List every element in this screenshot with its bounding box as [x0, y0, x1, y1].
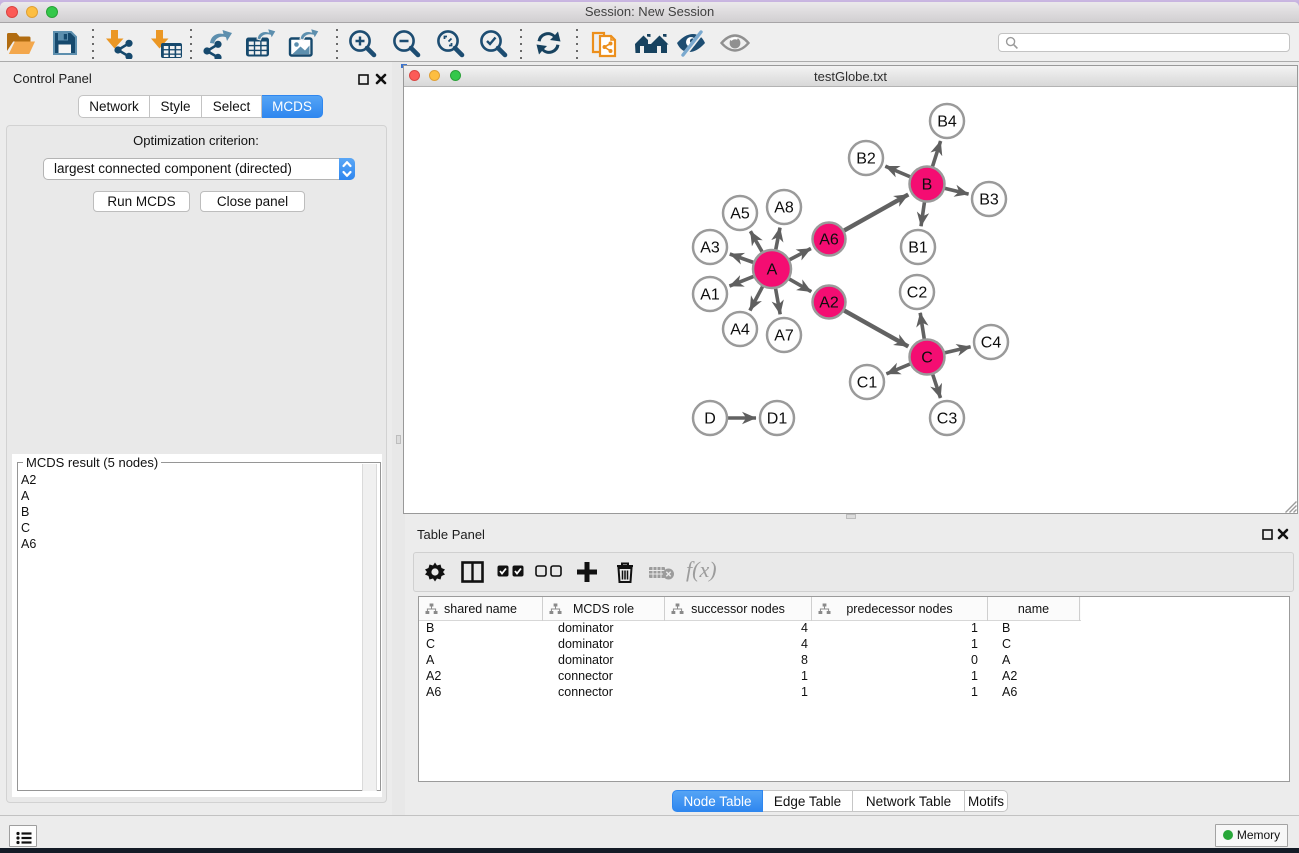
svg-text:A7: A7	[774, 328, 794, 345]
svg-text:A6: A6	[819, 232, 839, 249]
svg-text:C1: C1	[857, 375, 878, 392]
svg-text:A1: A1	[700, 287, 720, 304]
svg-text:D: D	[704, 411, 716, 428]
svg-text:B: B	[922, 177, 933, 194]
svg-text:A2: A2	[819, 295, 839, 312]
svg-text:A3: A3	[700, 240, 720, 257]
svg-text:B2: B2	[856, 151, 876, 168]
svg-text:A4: A4	[730, 322, 750, 339]
svg-text:B1: B1	[908, 240, 928, 257]
svg-text:D1: D1	[767, 411, 788, 428]
svg-text:C: C	[921, 350, 933, 367]
svg-text:A8: A8	[774, 200, 794, 217]
svg-text:B3: B3	[979, 192, 999, 209]
svg-text:B4: B4	[937, 114, 957, 131]
svg-text:A5: A5	[730, 206, 750, 223]
svg-text:A: A	[767, 262, 778, 279]
svg-text:C3: C3	[937, 411, 958, 428]
svg-text:C2: C2	[907, 285, 928, 302]
svg-text:C4: C4	[981, 335, 1002, 352]
